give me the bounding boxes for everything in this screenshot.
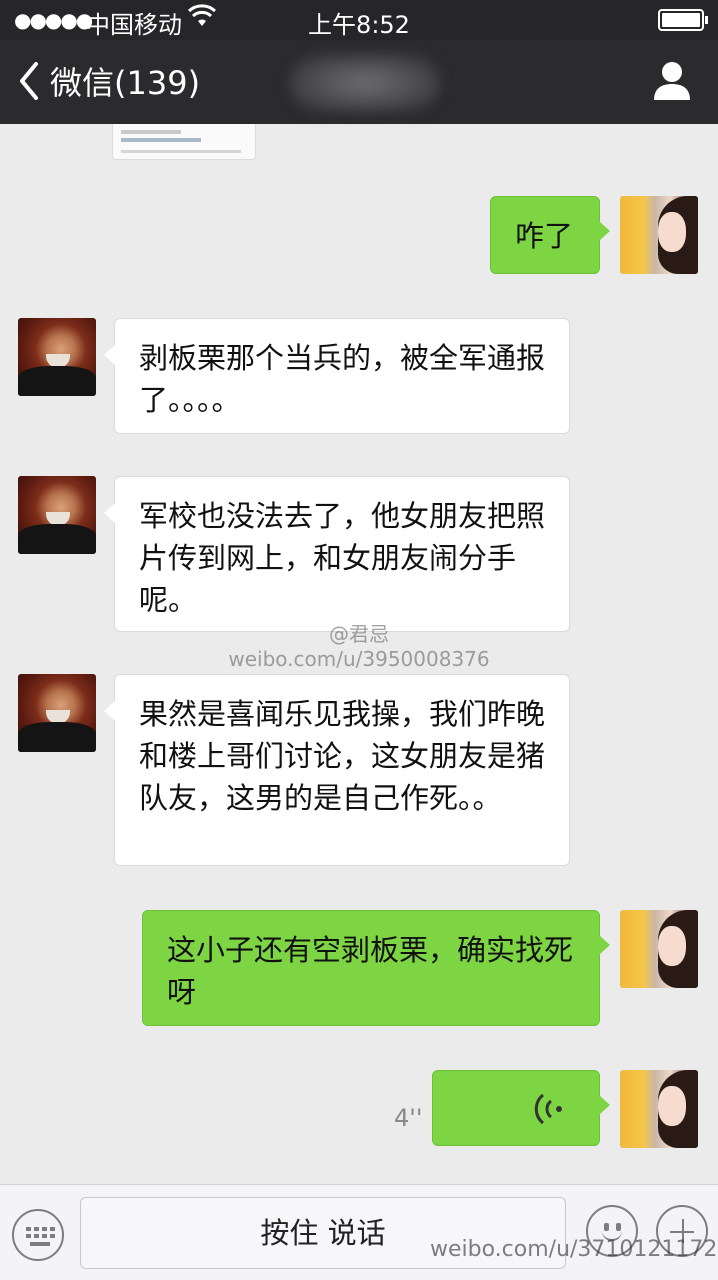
message-bubble-received[interactable]: 果然是喜闻乐见我操，我们昨晚和楼上哥们讨论，这女朋友是猪队友，这男的是自己作死。…	[104, 674, 570, 866]
avatar-contact[interactable]	[18, 476, 96, 554]
chat-header: 微信(139)	[0, 40, 718, 124]
blurred-chat-title	[290, 54, 440, 112]
message-bubble-sent[interactable]: 咋了	[490, 196, 610, 274]
watermark-bottom: weibo.com/u/3710121172	[430, 1237, 718, 1262]
keyboard-toggle-button[interactable]	[12, 1209, 64, 1261]
message-text: 军校也没法去了，他女朋友把照片传到网上，和女朋友闹分手呢。	[139, 499, 546, 617]
image-message-thumbnail[interactable]	[112, 124, 256, 160]
chat-message-list[interactable]: 咋了 剥板栗那个当兵的，被全军通报了。。。。 军校也没法去了，他女朋友把照片传到…	[0, 124, 718, 1184]
message-text: 果然是喜闻乐见我操，我们昨晚和楼上哥们讨论，这女朋友是猪队友，这男的是自己作死。…	[139, 697, 546, 815]
avatar-contact[interactable]	[18, 674, 96, 752]
watermark-url: weibo.com/u/3950008376	[228, 647, 490, 671]
voice-wave-icon	[534, 1093, 562, 1125]
voice-message-bubble[interactable]	[432, 1070, 610, 1146]
battery-icon	[658, 9, 708, 31]
voice-duration: 4''	[394, 1104, 423, 1132]
message-text: 咋了	[515, 219, 574, 253]
message-text: 这小子还有空剥板栗，确实找死呀	[167, 933, 574, 1009]
profile-icon[interactable]	[652, 60, 692, 102]
message-bubble-sent[interactable]: 这小子还有空剥板栗，确实找死呀	[142, 910, 610, 1026]
watermark-handle: @君忌	[329, 622, 389, 646]
watermark: @君忌 weibo.com/u/3950008376	[228, 618, 490, 671]
status-bar: ●●●●● 中国移动 上午8:52	[0, 0, 718, 40]
back-button[interactable]: 微信(139)	[14, 58, 200, 104]
back-label: 微信(139)	[50, 64, 201, 102]
avatar-self[interactable]	[620, 910, 698, 988]
status-time: 上午8:52	[308, 11, 410, 39]
avatar-self[interactable]	[620, 1070, 698, 1148]
input-bar: 按住 说话 weibo.com/u/3710121172	[0, 1184, 718, 1280]
avatar-contact[interactable]	[18, 318, 96, 396]
message-bubble-received[interactable]: 剥板栗那个当兵的，被全军通报了。。。。	[104, 318, 570, 434]
message-text: 剥板栗那个当兵的，被全军通报了。。。。	[139, 341, 546, 417]
message-bubble-received[interactable]: 军校也没法去了，他女朋友把照片传到网上，和女朋友闹分手呢。	[104, 476, 570, 632]
back-chevron-icon	[20, 62, 38, 100]
avatar-self[interactable]	[620, 196, 698, 274]
